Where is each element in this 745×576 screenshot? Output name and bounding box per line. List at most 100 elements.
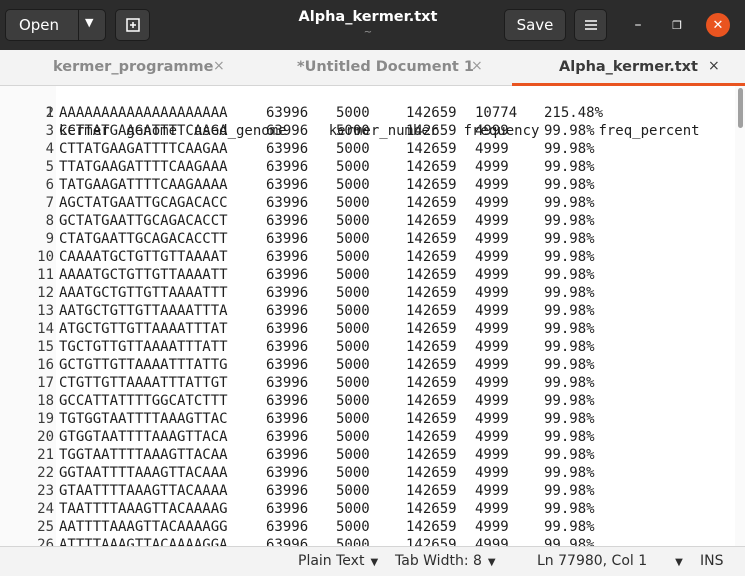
kmer-cell: AAATGCTGTTGTTAAAATTT: [59, 285, 228, 301]
kermer-number-cell: 142659: [406, 141, 457, 157]
new-document-icon: [125, 18, 140, 32]
kmer-cell: CAAAATGCTGTTGTTAAAAT: [59, 249, 228, 265]
close-tab-icon[interactable]: ×: [213, 58, 225, 74]
freq-percent-cell: 99.98%: [544, 519, 595, 535]
line-number: 20: [37, 429, 54, 445]
kmer-cell: GGTAATTTTAAAGTTACAAA: [59, 465, 228, 481]
tab-alpha-kermer[interactable]: Alpha_kermer.txt ×: [512, 50, 745, 86]
line-number: 8: [45, 213, 54, 229]
kermer-number-cell: 142659: [406, 375, 457, 391]
kermer-number-cell: 142659: [406, 213, 457, 229]
kermer-number-cell: 142659: [406, 537, 457, 546]
tab-label[interactable]: Alpha_kermer.txt: [559, 59, 698, 75]
freq-percent-cell: 99.98%: [544, 537, 595, 546]
open-button[interactable]: Open ▼: [5, 9, 106, 41]
used-genome-cell: 5000: [336, 105, 370, 121]
open-separator: [78, 10, 79, 40]
tab-label[interactable]: *Untitled Document 1: [297, 59, 474, 75]
save-button[interactable]: Save: [504, 9, 566, 41]
kmer-cell: CCTTATGAAGATTTTCAAGA: [59, 123, 228, 139]
language-selector[interactable]: Plain Text ▼: [298, 553, 378, 569]
line-number: 4: [45, 141, 54, 157]
text-editor[interactable]: 1 kermer genome used_genome kermer_numbe…: [0, 86, 733, 546]
menu-button[interactable]: [574, 9, 607, 41]
line-number: 2: [45, 105, 54, 121]
used-genome-cell: 5000: [336, 303, 370, 319]
tab-label[interactable]: kermer_programme: [53, 59, 213, 75]
frequency-cell: 4999: [475, 357, 509, 373]
tab-untitled-document[interactable]: *Untitled Document 1 ×: [257, 50, 512, 85]
frequency-cell: 4999: [475, 483, 509, 499]
used-genome-cell: 5000: [336, 177, 370, 193]
maximize-icon[interactable]: ❐: [665, 13, 689, 37]
freq-percent-cell: 215.48%: [544, 105, 604, 121]
genome-cell: 63996: [266, 357, 309, 373]
chevron-down-icon[interactable]: ▼: [488, 557, 496, 568]
genome-cell: 63996: [266, 447, 309, 463]
kermer-number-cell: 142659: [406, 411, 457, 427]
line-number: 22: [37, 465, 54, 481]
insert-mode[interactable]: INS: [700, 553, 724, 569]
tab-width-selector[interactable]: Tab Width: 8 ▼: [395, 553, 496, 569]
open-label[interactable]: Open: [6, 16, 72, 34]
line-number: 21: [37, 447, 54, 463]
kermer-number-cell: 142659: [406, 393, 457, 409]
kmer-cell: TTATGAAGATTTTCAAGAAA: [59, 159, 228, 175]
chevron-down-icon[interactable]: ▼: [370, 557, 378, 568]
used-genome-cell: 5000: [336, 537, 370, 546]
freq-percent-cell: 99.98%: [544, 339, 595, 355]
used-genome-cell: 5000: [336, 213, 370, 229]
kmer-cell: GCTATGAATTGCAGACACCT: [59, 213, 228, 229]
genome-cell: 63996: [266, 411, 309, 427]
cursor-position[interactable]: Ln 77980, Col 1 ▼: [537, 553, 683, 569]
kmer-cell: AAAATGCTGTTGTTAAAATT: [59, 267, 228, 283]
frequency-cell: 4999: [475, 123, 509, 139]
cursor-position-label[interactable]: Ln 77980, Col 1: [537, 553, 647, 569]
text-line: 16 GCTGTTGTTAAAATTTATTG 63996 5000 142659 499…: [0, 356, 733, 374]
text-line: 21 TGGTAATTTTAAAGTTACAA 63996 5000 142659 499…: [0, 446, 733, 464]
genome-cell: 63996: [266, 519, 309, 535]
kermer-number-cell: 142659: [406, 465, 457, 481]
text-line: 15 TGCTGTTGTTAAAATTTATT 63996 5000 142659 499…: [0, 338, 733, 356]
freq-percent-cell: 99.98%: [544, 357, 595, 373]
close-window-icon[interactable]: ✕: [706, 13, 730, 37]
genome-cell: 63996: [266, 213, 309, 229]
scrollbar-thumb[interactable]: [738, 88, 743, 128]
vertical-scrollbar[interactable]: [735, 86, 745, 546]
close-tab-icon[interactable]: ×: [708, 58, 720, 74]
kermer-number-cell: 142659: [406, 159, 457, 175]
line-number: 15: [37, 339, 54, 355]
text-line: 22 GGTAATTTTAAAGTTACAAA 63996 5000 142659 499…: [0, 464, 733, 482]
tab-kermer-programme[interactable]: kermer_programme ×: [0, 50, 256, 85]
new-tab-button[interactable]: [115, 9, 150, 41]
frequency-cell: 4999: [475, 339, 509, 355]
frequency-cell: 4999: [475, 159, 509, 175]
genome-cell: 63996: [266, 321, 309, 337]
used-genome-cell: 5000: [336, 285, 370, 301]
frequency-cell: 4999: [475, 177, 509, 193]
text-line: 10 CAAAATGCTGTTGTTAAAAT 63996 5000 142659 499…: [0, 248, 733, 266]
genome-cell: 63996: [266, 501, 309, 517]
used-genome-cell: 5000: [336, 411, 370, 427]
line-number: 24: [37, 501, 54, 517]
freq-percent-cell: 99.98%: [544, 411, 595, 427]
status-bar: Plain Text ▼ Tab Width: 8 ▼ Ln 77980, Col …: [0, 546, 745, 576]
close-tab-icon[interactable]: ×: [471, 58, 483, 74]
text-line: 18 GCCATTATTTTGGCATCTTT 63996 5000 142659 499…: [0, 392, 733, 410]
kermer-number-cell: 142659: [406, 303, 457, 319]
used-genome-cell: 5000: [336, 447, 370, 463]
text-line: 4 CTTATGAAGATTTTCAAGAA 63996 5000 142659 4999…: [0, 140, 733, 158]
freq-percent-cell: 99.98%: [544, 429, 595, 445]
kermer-number-cell: 142659: [406, 447, 457, 463]
used-genome-cell: 5000: [336, 339, 370, 355]
line-number: 19: [37, 411, 54, 427]
line-number: 16: [37, 357, 54, 373]
language-label[interactable]: Plain Text: [298, 553, 364, 569]
chevron-down-icon[interactable]: ▼: [85, 16, 93, 29]
minimize-icon[interactable]: –: [626, 13, 650, 37]
text-line: 9 CTATGAATTGCAGACACCTT 63996 5000 142659 4999…: [0, 230, 733, 248]
tab-width-label[interactable]: Tab Width: 8: [395, 553, 482, 569]
used-genome-cell: 5000: [336, 519, 370, 535]
chevron-down-icon[interactable]: ▼: [675, 557, 683, 568]
line-number: 10: [37, 249, 54, 265]
